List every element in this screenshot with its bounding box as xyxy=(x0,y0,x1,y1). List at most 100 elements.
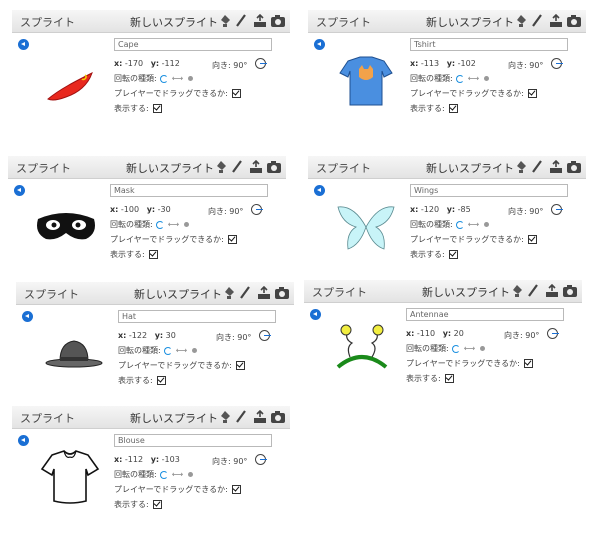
upload-icon[interactable] xyxy=(248,159,262,173)
draggable-checkbox[interactable] xyxy=(231,89,241,98)
rotate-all-around-icon[interactable] xyxy=(163,346,172,355)
brush-icon[interactable] xyxy=(230,159,244,173)
left-right-icon[interactable]: ⟷ xyxy=(172,74,183,83)
sprite-name-input[interactable]: Blouse xyxy=(114,434,272,447)
panel-header: スプライト 新しいスプライト xyxy=(12,406,290,429)
x-value: -113 xyxy=(420,59,440,68)
camera-icon[interactable] xyxy=(566,13,581,27)
dont-rotate-icon[interactable] xyxy=(192,348,198,353)
left-right-icon[interactable]: ⟷ xyxy=(176,346,187,355)
paint-sprite-icon[interactable] xyxy=(218,13,232,27)
paint-sprite-icon[interactable] xyxy=(510,283,524,297)
sprite-info: Mask x: -100 y: -30 向き: 90° 回転の種類: ⟷ プレイヤ… xyxy=(8,179,286,274)
draggable-checkbox[interactable] xyxy=(235,361,245,370)
show-checkbox[interactable] xyxy=(156,376,166,385)
dont-rotate-icon[interactable] xyxy=(184,222,190,227)
rotate-all-around-icon[interactable] xyxy=(455,74,464,83)
camera-icon[interactable] xyxy=(270,13,285,27)
paint-sprite-icon[interactable] xyxy=(218,409,232,423)
show-checkbox[interactable] xyxy=(448,250,458,259)
header-title: スプライト xyxy=(316,16,371,29)
direction-dial-icon[interactable] xyxy=(547,328,559,339)
paint-sprite-icon[interactable] xyxy=(514,159,528,173)
rotate-all-around-icon[interactable] xyxy=(159,74,168,83)
brush-icon[interactable] xyxy=(234,409,248,423)
direction-dial-icon[interactable] xyxy=(251,204,263,215)
dont-rotate-icon[interactable] xyxy=(480,346,486,351)
x-label: x: xyxy=(406,329,415,338)
show-checkbox[interactable] xyxy=(148,250,158,259)
header-title: スプライト xyxy=(16,162,71,175)
panel-header: スプライト 新しいスプライト xyxy=(308,10,586,33)
upload-icon[interactable] xyxy=(544,283,558,297)
direction-dial-icon[interactable] xyxy=(255,58,267,69)
camera-icon[interactable] xyxy=(274,285,289,299)
draggable-label: プレイヤーでドラッグできるか: xyxy=(114,89,228,98)
upload-icon[interactable] xyxy=(548,159,562,173)
sprite-name-input[interactable]: Cape xyxy=(114,38,272,51)
back-arrow-icon[interactable] xyxy=(18,39,29,50)
back-arrow-icon[interactable] xyxy=(18,435,29,446)
dont-rotate-icon[interactable] xyxy=(188,76,194,81)
left-right-icon[interactable]: ⟷ xyxy=(168,220,179,229)
draggable-checkbox[interactable] xyxy=(527,235,537,244)
draggable-checkbox[interactable] xyxy=(231,485,241,494)
show-checkbox[interactable] xyxy=(444,374,454,383)
brush-icon[interactable] xyxy=(530,159,544,173)
rotate-all-around-icon[interactable] xyxy=(455,220,464,229)
camera-icon[interactable] xyxy=(270,409,285,423)
direction-value: 90° xyxy=(529,207,544,216)
direction-dial-icon[interactable] xyxy=(551,204,563,215)
paint-sprite-icon[interactable] xyxy=(214,159,228,173)
direction-dial-icon[interactable] xyxy=(259,330,271,341)
sprite-info: Tshirt x: -113 y: -102 向き: 90° 回転の種類: ⟷ プ… xyxy=(308,33,586,128)
sprite-name-input[interactable]: Mask xyxy=(110,184,268,197)
dont-rotate-icon[interactable] xyxy=(188,472,194,477)
back-arrow-icon[interactable] xyxy=(314,185,325,196)
paint-sprite-icon[interactable] xyxy=(514,13,528,27)
y-value: -112 xyxy=(161,59,180,68)
rotate-all-around-icon[interactable] xyxy=(451,344,460,353)
sprite-panel-hat: スプライト 新しいスプライト Hat x: -122 y: 30 向き: 90°… xyxy=(16,282,294,400)
direction-label: 向き: xyxy=(208,207,227,216)
direction-dial-icon[interactable] xyxy=(551,58,563,69)
draggable-checkbox[interactable] xyxy=(527,89,537,98)
sprite-name-input[interactable]: Tshirt xyxy=(410,38,568,51)
direction-value: 90° xyxy=(233,61,248,70)
show-checkbox[interactable] xyxy=(152,104,162,113)
paint-sprite-icon[interactable] xyxy=(222,285,236,299)
left-right-icon[interactable]: ⟷ xyxy=(468,220,479,229)
upload-icon[interactable] xyxy=(548,13,562,27)
left-right-icon[interactable]: ⟷ xyxy=(468,74,479,83)
brush-icon[interactable] xyxy=(526,283,540,297)
sprite-name-input[interactable]: Hat xyxy=(118,310,276,323)
direction-label: 向き: xyxy=(216,333,235,342)
sprite-name-input[interactable]: Wings xyxy=(410,184,568,197)
back-arrow-icon[interactable] xyxy=(22,311,33,322)
camera-icon[interactable] xyxy=(566,159,581,173)
sprite-name-input[interactable]: Antennae xyxy=(406,308,564,321)
direction-dial-icon[interactable] xyxy=(255,454,267,465)
brush-icon[interactable] xyxy=(234,13,248,27)
left-right-icon[interactable]: ⟷ xyxy=(172,470,183,479)
camera-icon[interactable] xyxy=(266,159,281,173)
left-right-icon[interactable]: ⟷ xyxy=(464,344,475,353)
camera-icon[interactable] xyxy=(562,283,577,297)
draggable-checkbox[interactable] xyxy=(227,235,237,244)
back-arrow-icon[interactable] xyxy=(314,39,325,50)
show-checkbox[interactable] xyxy=(448,104,458,113)
new-sprite-label: 新しいスプライト xyxy=(134,288,222,301)
show-checkbox[interactable] xyxy=(152,500,162,509)
back-arrow-icon[interactable] xyxy=(310,309,321,320)
upload-icon[interactable] xyxy=(252,409,266,423)
rotate-all-around-icon[interactable] xyxy=(155,220,164,229)
dont-rotate-icon[interactable] xyxy=(484,76,490,81)
rotate-all-around-icon[interactable] xyxy=(159,470,168,479)
brush-icon[interactable] xyxy=(238,285,252,299)
upload-icon[interactable] xyxy=(252,13,266,27)
back-arrow-icon[interactable] xyxy=(14,185,25,196)
brush-icon[interactable] xyxy=(530,13,544,27)
upload-icon[interactable] xyxy=(256,285,270,299)
draggable-checkbox[interactable] xyxy=(523,359,533,368)
dont-rotate-icon[interactable] xyxy=(484,222,490,227)
